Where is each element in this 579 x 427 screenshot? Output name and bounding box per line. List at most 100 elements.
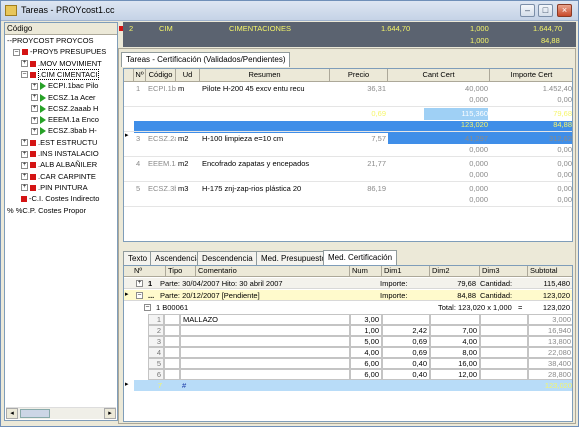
line-type[interactable] [164, 325, 180, 336]
expand-icon[interactable]: + [31, 105, 38, 113]
line-num[interactable]: 6,00 [350, 369, 382, 380]
tree-item[interactable]: + .PIN PINTURA [21, 183, 88, 193]
line-type[interactable] [164, 314, 180, 325]
expand-icon[interactable]: + [21, 173, 28, 181]
line-subtotal[interactable]: 22,080 [528, 347, 572, 358]
column-header[interactable]: Dim2 [430, 266, 480, 277]
scroll-left-icon[interactable]: ◂ [6, 408, 18, 419]
maximize-button[interactable]: □ [538, 4, 553, 17]
line-dim2[interactable]: 12,00 [430, 369, 480, 380]
column-header[interactable]: Resumen [200, 69, 330, 82]
subtab[interactable]: Med. Presupuesto [256, 251, 331, 265]
expand-icon[interactable]: + [31, 82, 38, 90]
column-header[interactable]: Dim3 [480, 266, 528, 277]
expand-icon[interactable]: + [21, 161, 28, 169]
new-line-row[interactable] [134, 380, 572, 391]
line-comment[interactable] [180, 369, 350, 380]
tree-item[interactable]: – .CIM CIMENTACI [21, 68, 99, 80]
line-dim3[interactable] [480, 314, 528, 325]
line-num[interactable]: 6,00 [350, 358, 382, 369]
line-dim1[interactable]: 0,40 [382, 358, 430, 369]
column-header[interactable]: Nº [134, 69, 146, 82]
expand-icon[interactable]: + [21, 139, 28, 147]
expand-icon[interactable]: + [31, 116, 38, 124]
expand-icon[interactable]: + [31, 94, 38, 102]
line-number[interactable]: 3 [148, 336, 164, 347]
parte-row[interactable]: +1 Parte: 30/04/2007 Hito: 30 abril 2007 I… [124, 278, 572, 289]
tree-item[interactable]: --PROYCOST PROYCOS [7, 36, 94, 46]
tree-item[interactable]: + .INS INSTALACIO [21, 149, 99, 159]
line-number[interactable]: 1 [148, 314, 164, 325]
column-header[interactable]: Dim1 [382, 266, 430, 277]
scroll-thumb[interactable] [20, 409, 50, 418]
line-comment[interactable] [180, 347, 350, 358]
line-type[interactable] [164, 336, 180, 347]
line-dim3[interactable] [480, 358, 528, 369]
line-dim3[interactable] [480, 325, 528, 336]
line-comment[interactable] [180, 336, 350, 347]
minimize-button[interactable]: – [520, 4, 535, 17]
collapse-icon[interactable]: – [21, 71, 28, 79]
line-num[interactable]: 5,00 [350, 336, 382, 347]
expand-icon[interactable]: + [136, 280, 143, 287]
line-num[interactable]: 4,00 [350, 347, 382, 358]
tree-item[interactable]: + ECSZ.2aaab H [31, 104, 98, 114]
line-dim2[interactable]: 4,00 [430, 336, 480, 347]
column-header[interactable]: Ud [176, 69, 200, 82]
column-header[interactable]: Código [146, 69, 176, 82]
line-comment[interactable] [180, 358, 350, 369]
line-type[interactable] [164, 358, 180, 369]
column-header[interactable]: Precio [330, 69, 388, 82]
line-dim2[interactable]: 8,00 [430, 347, 480, 358]
line-type[interactable] [164, 347, 180, 358]
column-header[interactable]: Nº [132, 266, 166, 277]
tree-item[interactable]: + .EST ESTRUCTU [21, 138, 97, 148]
line-dim1[interactable]: 0,69 [382, 336, 430, 347]
line-dim1[interactable]: 0,40 [382, 369, 430, 380]
subtab[interactable]: Descendencia [197, 251, 258, 265]
line-dim1[interactable]: 0,69 [382, 347, 430, 358]
tree-item[interactable]: + ECSZ.1a Acer [31, 93, 96, 103]
collapse-icon[interactable]: – [144, 304, 151, 311]
line-number[interactable]: 6 [148, 369, 164, 380]
expand-icon[interactable]: + [21, 60, 28, 68]
line-type[interactable] [164, 369, 180, 380]
collapse-icon[interactable]: – [136, 292, 143, 299]
line-subtotal[interactable]: 13,800 [528, 336, 572, 347]
line-dim1[interactable]: 2,42 [382, 325, 430, 336]
tree-item[interactable]: + .CAR CARPINTE [21, 172, 96, 182]
line-dim3[interactable] [480, 369, 528, 380]
line-type[interactable]: # [180, 380, 196, 391]
line-num[interactable]: 3,00 [350, 314, 382, 325]
column-header[interactable]: Tipo [166, 266, 196, 277]
line-dim2[interactable] [430, 314, 480, 325]
subtab[interactable]: Texto [123, 251, 153, 265]
tree-horizontal-scrollbar[interactable]: ◂ ▸ [6, 407, 116, 419]
line-dim1[interactable] [382, 314, 430, 325]
tree-item[interactable]: + .MOV MOVIMIENT [21, 59, 102, 69]
tree-item[interactable]: + .ALB ALBAÑILER [21, 160, 97, 170]
expand-icon[interactable]: + [21, 150, 28, 158]
line-dim2[interactable]: 7,00 [430, 325, 480, 336]
line-dim2[interactable]: 16,00 [430, 358, 480, 369]
parte-row-pending[interactable]: –... Parte: 20/12/2007 [Pendiente] Importe… [124, 290, 572, 301]
tree-item[interactable]: + ECPI.1bac Pilo [31, 81, 98, 91]
line-number[interactable]: 2 [148, 325, 164, 336]
column-header[interactable]: Subtotal [528, 266, 572, 277]
close-button[interactable]: × [557, 4, 572, 17]
tree-item[interactable]: – -PROY5 PRESUPUES [13, 47, 106, 57]
line-subtotal[interactable]: 16,940 [528, 325, 572, 336]
expand-icon[interactable]: + [21, 184, 28, 192]
line-subtotal[interactable]: 38,400 [528, 358, 572, 369]
collapse-icon[interactable]: – [13, 48, 20, 56]
tree-item[interactable]: % %C.P. Costes Propor [7, 206, 86, 216]
column-header[interactable]: Importe Cert [490, 69, 572, 82]
column-header[interactable]: Num [350, 266, 382, 277]
measurement-group-row[interactable]: –1 B00061 Total: 123,020 x 1,000 = 123,020 [134, 302, 572, 313]
line-number[interactable]: 5 [148, 358, 164, 369]
tree-item[interactable]: + EEEM.1a Enco [31, 115, 99, 125]
line-subtotal[interactable]: 3,000 [528, 314, 572, 325]
line-subtotal[interactable]: 28,800 [528, 369, 572, 380]
tree-item[interactable]: + ECSZ.3bab H- [31, 126, 97, 136]
line-dim3[interactable] [480, 347, 528, 358]
